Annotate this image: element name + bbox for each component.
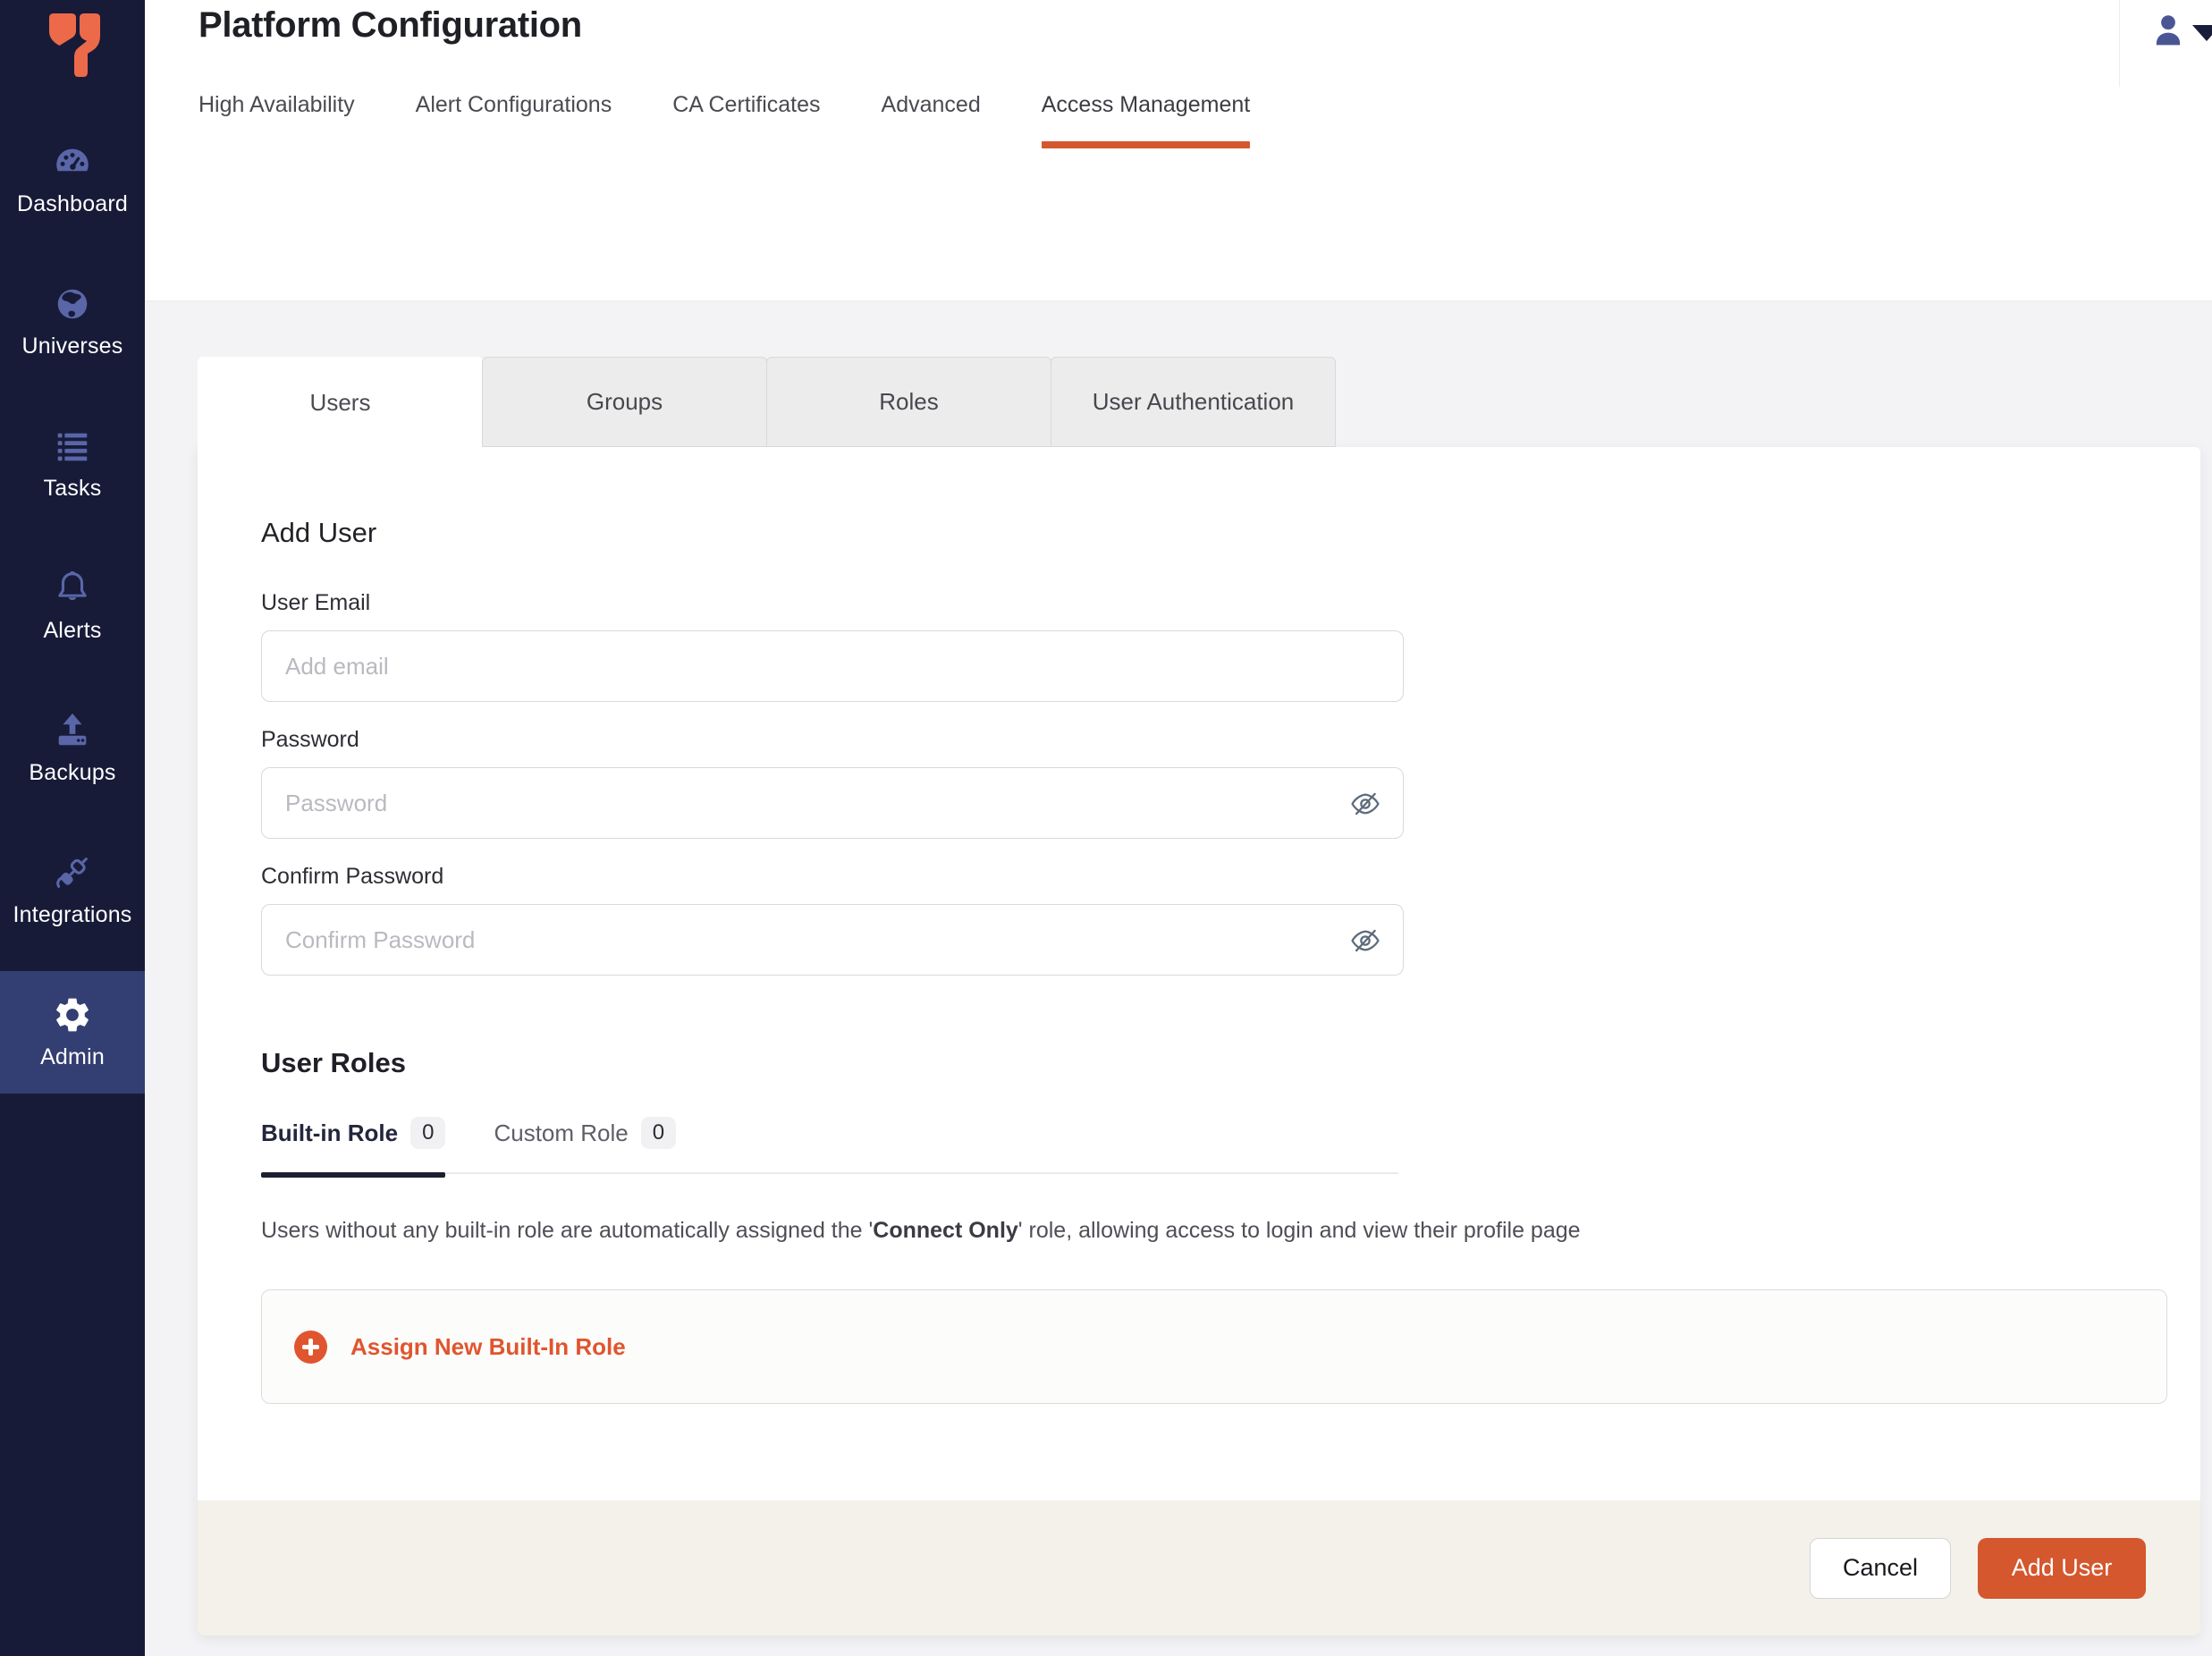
connect-only-role-name: Connect Only (873, 1218, 1018, 1243)
built-in-role-count-badge: 0 (410, 1117, 445, 1149)
config-tabs: High Availability Alert Configurations C… (198, 92, 2212, 118)
subtab-user-authentication[interactable]: User Authentication (1051, 357, 1336, 447)
password-field-group: Password (261, 727, 2200, 839)
user-email-label: User Email (261, 590, 2200, 616)
sidebar-item-label: Tasks (44, 476, 102, 502)
subtab-users[interactable]: Users (198, 357, 483, 449)
alerts-icon (52, 568, 93, 609)
add-user-card: Add User User Email Password (198, 447, 2200, 1635)
tasks-icon (52, 426, 93, 467)
add-user-form: Add User User Email Password (198, 447, 2200, 1500)
dashboard-icon (52, 141, 93, 182)
role-tabs: Built-in Role 0 Custom Role 0 (261, 1117, 1398, 1174)
tab-custom-role[interactable]: Custom Role 0 (494, 1117, 676, 1149)
confirm-password-field-group: Confirm Password (261, 864, 2200, 976)
tab-high-availability[interactable]: High Availability (198, 92, 355, 118)
sidebar-item-label: Alerts (43, 618, 101, 644)
tab-alert-configurations[interactable]: Alert Configurations (416, 92, 612, 118)
page-header: Platform Configuration High Availability… (145, 0, 2212, 301)
user-email-input[interactable] (261, 630, 1404, 702)
built-in-role-label: Built-in Role (261, 1119, 398, 1147)
backups-icon (52, 710, 93, 751)
add-user-heading: Add User (261, 517, 2200, 549)
sidebar-item-integrations[interactable]: Integrations (0, 829, 145, 951)
tab-built-in-role[interactable]: Built-in Role 0 (261, 1117, 445, 1149)
confirm-password-input[interactable] (261, 904, 1404, 976)
user-roles-heading: User Roles (261, 1047, 2200, 1079)
sidebar-item-label: Backups (29, 760, 115, 786)
access-management-content: Users Groups Roles User Authentication A… (145, 301, 2212, 1656)
add-user-button[interactable]: Add User (1978, 1538, 2146, 1599)
sidebar-item-label: Admin (40, 1044, 105, 1070)
user-profile-icon[interactable] (2149, 11, 2187, 48)
yugabyte-logo[interactable] (0, 0, 145, 86)
assign-built-in-role-label: Assign New Built-In Role (350, 1333, 626, 1361)
sidebar-item-universes[interactable]: Universes (0, 260, 145, 383)
sidebar-item-label: Universes (22, 334, 123, 359)
header-divider (2119, 0, 2120, 87)
subtab-roles[interactable]: Roles (766, 357, 1051, 447)
password-input[interactable] (261, 767, 1404, 839)
sidebar-item-label: Dashboard (17, 191, 128, 217)
custom-role-count-badge: 0 (641, 1117, 676, 1149)
confirm-password-label: Confirm Password (261, 864, 2200, 890)
sidebar-item-admin[interactable]: Admin (0, 971, 145, 1094)
tab-ca-certificates[interactable]: CA Certificates (672, 92, 820, 118)
sidebar: Dashboard Universes Tasks (0, 0, 145, 1656)
sidebar-nav: Dashboard Universes Tasks (0, 118, 145, 1094)
page-title: Platform Configuration (198, 5, 2212, 46)
form-action-bar: Cancel Add User (198, 1500, 2200, 1635)
sidebar-item-dashboard[interactable]: Dashboard (0, 118, 145, 241)
universes-icon (52, 283, 93, 325)
cancel-button[interactable]: Cancel (1810, 1538, 1951, 1599)
eye-slash-icon[interactable] (1350, 789, 1380, 819)
sidebar-item-alerts[interactable]: Alerts (0, 545, 145, 667)
assign-built-in-role-button[interactable]: Assign New Built-In Role (261, 1289, 2167, 1404)
custom-role-label: Custom Role (494, 1119, 628, 1147)
role-note: Users without any built-in role are auto… (261, 1215, 2200, 1246)
admin-gear-icon (52, 994, 93, 1035)
plus-circle-icon (294, 1331, 327, 1364)
subtab-groups[interactable]: Groups (482, 357, 767, 447)
user-email-field-group: User Email (261, 590, 2200, 702)
sidebar-item-label: Integrations (13, 902, 131, 928)
integrations-icon (52, 852, 93, 893)
access-subtabs: Users Groups Roles User Authentication (198, 357, 2212, 447)
yugabyte-logo-mark (39, 9, 106, 80)
password-label: Password (261, 727, 2200, 753)
sidebar-item-backups[interactable]: Backups (0, 687, 145, 809)
tab-advanced[interactable]: Advanced (882, 92, 981, 118)
chevron-down-icon[interactable] (2192, 25, 2212, 41)
sidebar-item-tasks[interactable]: Tasks (0, 402, 145, 525)
tab-access-management[interactable]: Access Management (1042, 92, 1250, 118)
eye-slash-icon[interactable] (1350, 925, 1380, 956)
